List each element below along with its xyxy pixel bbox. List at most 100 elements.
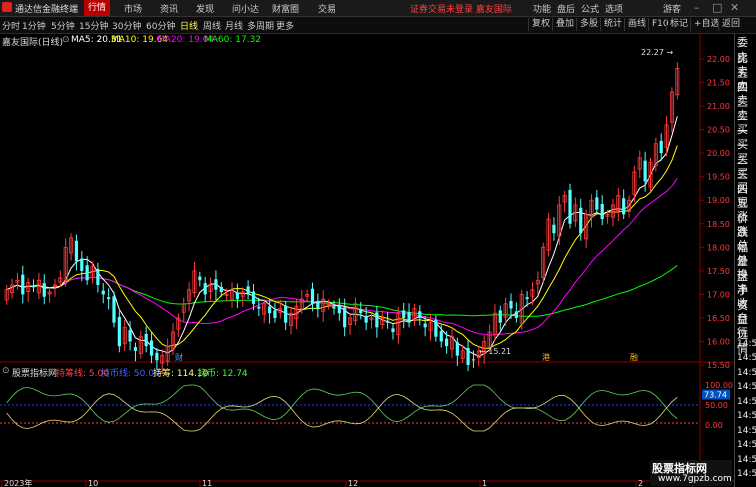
candle-body-down xyxy=(107,297,111,300)
time-label: 10 xyxy=(88,479,98,487)
login-notice[interactable]: 证券交易未登录 嘉友国际 xyxy=(410,2,512,15)
candle-body-down xyxy=(466,348,470,365)
quote-panel: 委比 卖五 卖四 卖三 卖二 卖一 买一 买二 买三 买四 买五 现价 涨跌 涨幅 总量 外盘 换手 净资 收益 自选… xyxy=(734,34,756,487)
period-multi[interactable]: 多周期 xyxy=(247,19,274,32)
tool-huaxian[interactable]: 画线 xyxy=(624,18,649,31)
maximize-icon[interactable]: □ xyxy=(712,1,722,14)
price-tick-label: 19.50 xyxy=(707,173,730,182)
candle-body-down xyxy=(74,240,79,262)
menu-faxian[interactable]: 发现 xyxy=(196,2,214,15)
candle-body-down xyxy=(96,268,100,285)
candle-body-down xyxy=(246,286,250,295)
candle-body-down xyxy=(498,310,502,323)
candle-body-down xyxy=(219,286,223,293)
candle-body-down xyxy=(144,333,148,347)
app-title: 通达信金融终端 xyxy=(15,5,79,15)
quote-panel-label: 14:50 xyxy=(737,338,756,349)
minimize-icon[interactable]: – xyxy=(694,1,700,14)
candle-body-down xyxy=(332,306,336,309)
menu-panhou[interactable]: 盘后 xyxy=(557,2,575,15)
tool-fuquan[interactable]: 复权 xyxy=(528,18,553,31)
candle-body-down xyxy=(128,330,132,342)
quote-panel-label: 14:50 xyxy=(737,440,756,450)
menu-xuanxiang[interactable]: 选项 xyxy=(605,2,623,15)
period-fenshi[interactable]: 分时 xyxy=(2,19,20,32)
candle-body-down xyxy=(439,331,443,342)
candle-body-down xyxy=(600,203,604,220)
candle-body-down xyxy=(310,288,315,304)
candle-body-down xyxy=(595,197,599,210)
price-tick-label: 20.50 xyxy=(707,126,730,135)
candle-body-down xyxy=(579,207,583,234)
candle-body-down xyxy=(525,297,529,300)
period-monthly[interactable]: 月线 xyxy=(225,19,243,32)
menu-youke[interactable]: 游客 xyxy=(663,2,681,15)
price-tick-label: 17.50 xyxy=(707,267,730,276)
candle-body-down xyxy=(203,283,207,295)
tool-back[interactable]: 返回 xyxy=(718,18,743,31)
candle-body-down xyxy=(622,198,626,215)
menu-gongneng[interactable]: 功能 xyxy=(533,2,551,15)
menu-shichang[interactable]: 市场 xyxy=(124,2,142,15)
menu-jiaoyi[interactable]: 交易 xyxy=(318,2,336,15)
candle-body-down xyxy=(316,300,320,309)
candle-body-down xyxy=(80,258,84,271)
candle-body-down xyxy=(251,291,256,304)
candle-body-down xyxy=(386,320,390,323)
period-1min[interactable]: 1分钟 xyxy=(22,19,46,32)
low-price-label: ← 15.21 xyxy=(479,347,511,356)
candle-body-down xyxy=(284,305,288,323)
time-label: 12 xyxy=(348,479,358,487)
candle-body-down xyxy=(112,296,116,323)
candle-body-down xyxy=(455,342,459,356)
period-more[interactable]: 更多 xyxy=(276,19,294,32)
period-60min[interactable]: 60分钟 xyxy=(146,19,175,32)
menu-caifuquan[interactable]: 财富圈 xyxy=(272,2,299,15)
candle-body-down xyxy=(343,307,347,328)
close-icon[interactable]: ✕ xyxy=(730,1,739,14)
indicator-icon[interactable]: ⊙ xyxy=(2,366,10,376)
candle-body-down xyxy=(273,310,277,318)
quote-panel-label: 14:50 xyxy=(737,367,756,378)
period-30min[interactable]: 30分钟 xyxy=(112,19,141,32)
price-tick-label: 19.00 xyxy=(707,196,730,205)
price-tick-label: 16.50 xyxy=(707,314,730,323)
quote-panel-label: 14:50 xyxy=(737,396,756,407)
event-mark-rong: 融 xyxy=(630,352,638,362)
candle-body-down xyxy=(391,328,395,333)
ind-current-value: 73.74 xyxy=(704,391,727,400)
price-tick-label: 16.00 xyxy=(707,337,730,346)
period-daily[interactable]: 日线 xyxy=(180,19,198,32)
chiyou-line xyxy=(6,384,678,423)
tool-biaoji[interactable]: 标记 xyxy=(666,18,691,31)
tool-diejia[interactable]: 叠加 xyxy=(552,18,577,31)
menu-gongshi[interactable]: 公式 xyxy=(581,2,599,15)
kline-chart[interactable]: 22.0021.5021.0020.5020.0019.5019.0018.50… xyxy=(0,34,734,487)
period-weekly[interactable]: 周线 xyxy=(203,19,221,32)
tool-duogu[interactable]: 多股 xyxy=(576,18,601,31)
menu-wenxiaoda[interactable]: 问小达 xyxy=(232,2,259,15)
quote-panel-label: 14:50 xyxy=(737,454,756,465)
app-logo-icon xyxy=(2,2,12,12)
menu-hangqing[interactable]: 行情 xyxy=(84,0,111,16)
candle-body-down xyxy=(337,305,341,314)
watermark-url: www.7gpzb.com xyxy=(658,474,732,484)
candle-body-down xyxy=(117,316,121,347)
menu-zixun[interactable]: 资讯 xyxy=(160,2,178,15)
candle-body-down xyxy=(149,340,154,356)
tool-tongji[interactable]: 统计 xyxy=(600,18,625,31)
quote-panel-label: 14:50 xyxy=(737,382,756,392)
candle-body-down xyxy=(434,319,438,337)
price-tick-label: 17.00 xyxy=(707,290,730,299)
indicator-name: 股票指标网 xyxy=(12,369,58,379)
price-tick-label: 18.50 xyxy=(707,220,730,229)
quote-panel-label: 14:50 xyxy=(737,411,756,421)
price-tick-label: 22.00 xyxy=(707,55,730,64)
candle-body-down xyxy=(643,160,647,182)
price-tick-label: 20.00 xyxy=(707,149,730,158)
period-15min[interactable]: 15分钟 xyxy=(79,19,108,32)
candle-body-down xyxy=(407,312,411,323)
period-5min[interactable]: 5分钟 xyxy=(51,19,75,32)
candle-body-down xyxy=(155,352,159,361)
price-tick-label: 21.00 xyxy=(707,102,730,111)
